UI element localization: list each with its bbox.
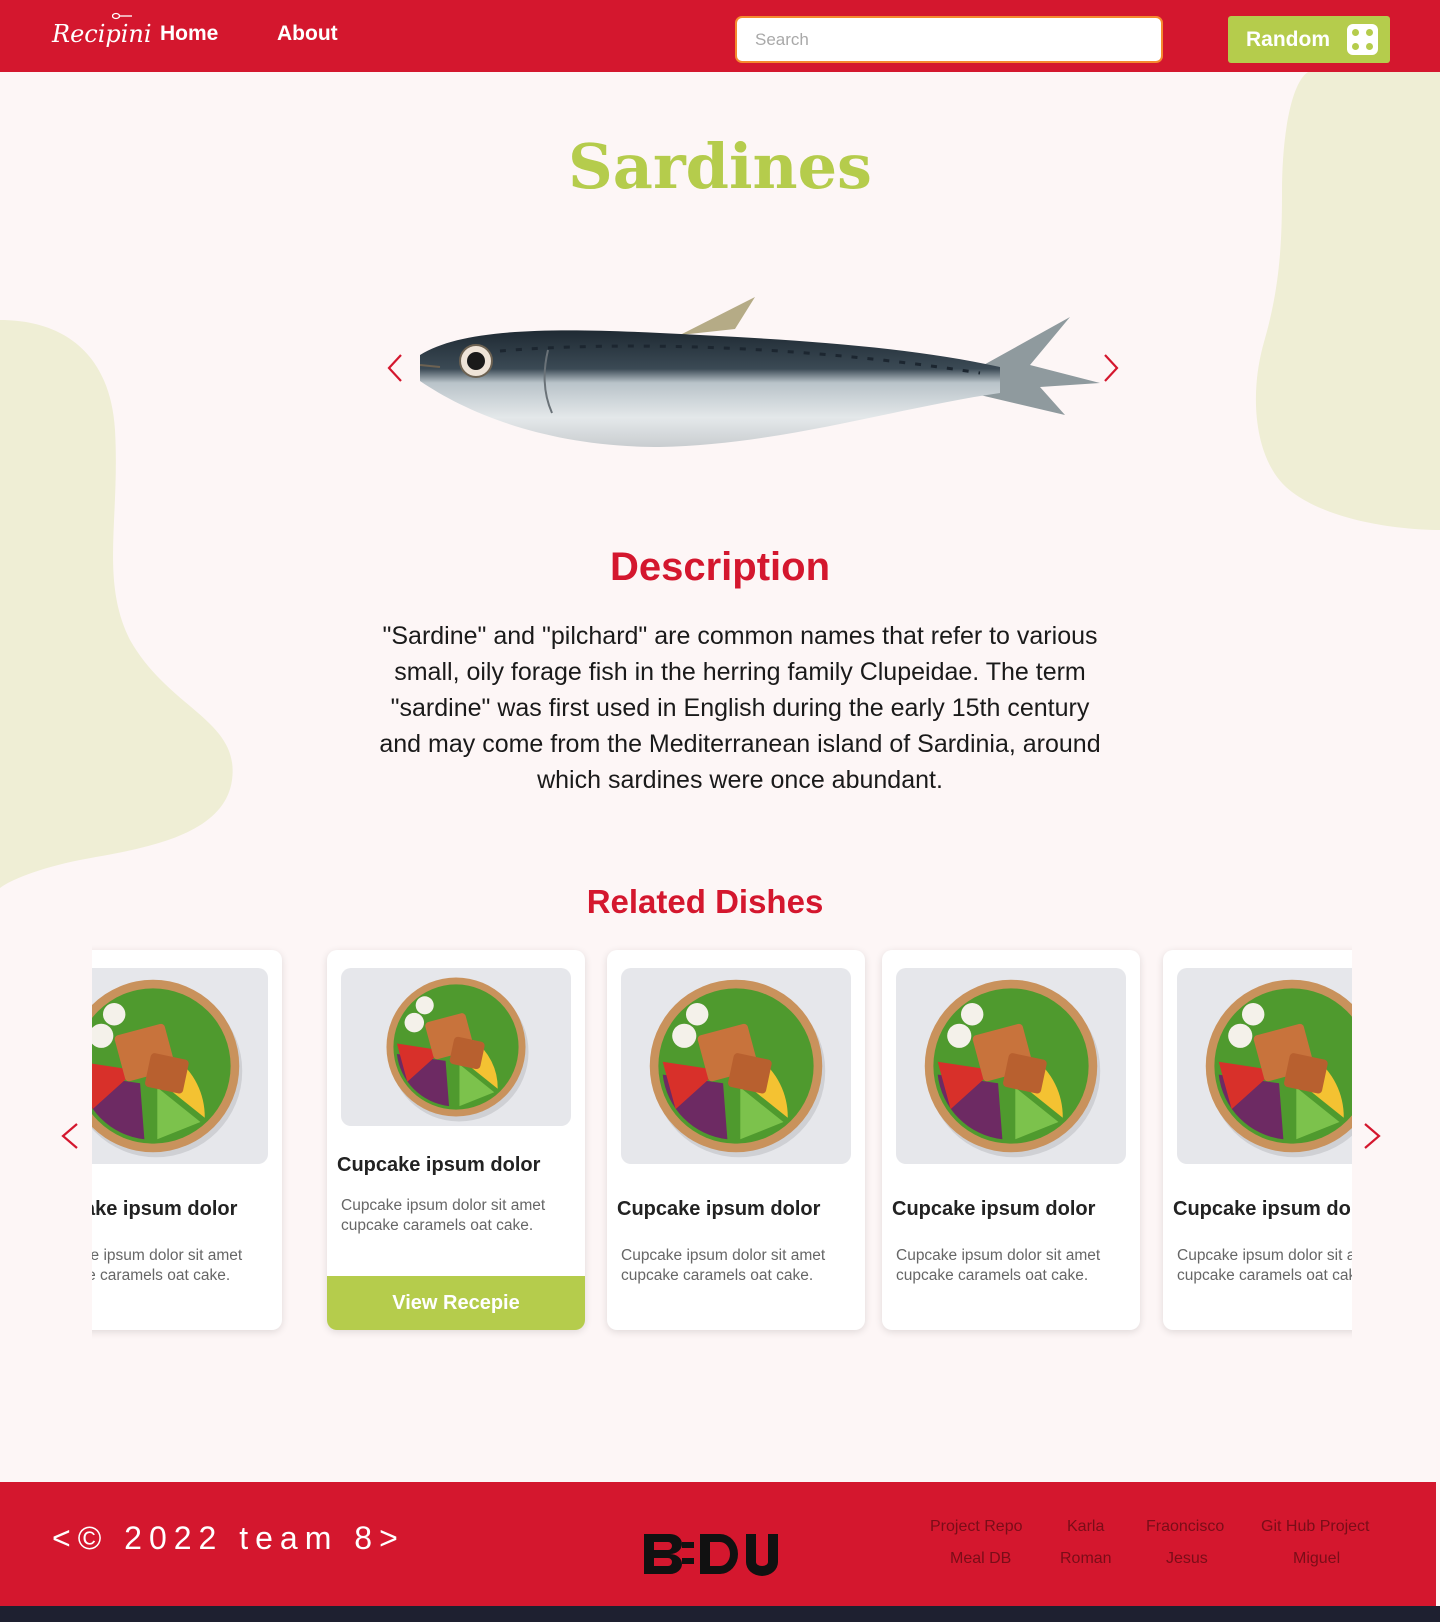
footer-link-project-repo[interactable]: Project Repo (930, 1518, 1023, 1536)
footer-link-meal-db[interactable]: Meal DB (950, 1550, 1011, 1568)
dish-card-title: Cupcake ipsum dolor (892, 1198, 1096, 1220)
footer: <© 2022 team 8> Project Repo Meal DB Kar… (0, 1482, 1436, 1606)
dish-card-title: Cupcake ipsum dolor (617, 1198, 821, 1220)
recipini-logo[interactable]: Recipini (52, 10, 152, 56)
chevron-left-icon[interactable] (60, 1122, 80, 1150)
dish-card-text: Cupcake ipsum dolor sit amet cupcake car… (341, 1197, 546, 1234)
bowl-image (621, 968, 851, 1164)
nav-home-link[interactable]: Home (160, 22, 218, 46)
footer-link-jesus[interactable]: Jesus (1166, 1550, 1208, 1568)
chevron-left-icon[interactable] (386, 353, 404, 383)
related-dishes-heading: Related Dishes (586, 883, 824, 920)
bowl-image (92, 968, 268, 1164)
random-button-label: Random (1246, 27, 1330, 51)
dish-card[interactable]: Cupcake ipsum dolor Cupcake ipsum dolor … (1163, 950, 1352, 1330)
dish-card[interactable]: Cupcake ipsum dolor Cupcake ipsum dolor … (92, 950, 282, 1330)
dice-icon (1347, 24, 1378, 55)
dish-card-text: Cupcake ipsum dolor sit amet cupcake car… (621, 1247, 826, 1284)
background-blob-left (0, 320, 233, 888)
dish-card-text: Cupcake ipsum dolor sit amet cupcake car… (1177, 1247, 1352, 1284)
footer-link-roman[interactable]: Roman (1060, 1550, 1112, 1568)
random-button[interactable]: Random (1228, 16, 1390, 63)
description-heading: Description (609, 545, 831, 589)
dish-card-title: Cupcake ipsum dolor (1173, 1198, 1352, 1220)
top-navbar: Recipini Home About Random (0, 0, 1440, 72)
footer-bottom-bar (0, 1606, 1440, 1622)
bowl-image (341, 968, 571, 1126)
bedu-logo[interactable] (640, 1532, 790, 1576)
description-text: "Sardine" and "pilchard" are common name… (379, 622, 1101, 794)
dish-card-title: Cupcake ipsum dolor (337, 1154, 541, 1176)
bowl-image (1177, 968, 1352, 1164)
related-dishes-carousel: Cupcake ipsum dolor Cupcake ipsum dolor … (92, 940, 1352, 1340)
dish-card-featured[interactable]: Cupcake ipsum dolor Cupcake ipsum dolor … (327, 950, 585, 1330)
bowl-image (896, 968, 1126, 1164)
dish-card-text: Cupcake ipsum dolor sit amet cupcake car… (92, 1247, 243, 1284)
dish-card[interactable]: Cupcake ipsum dolor Cupcake ipsum dolor … (607, 950, 865, 1330)
nav-about-link[interactable]: About (277, 22, 338, 46)
chevron-right-icon[interactable] (1362, 1122, 1382, 1150)
logo-text: Recipini (52, 20, 152, 48)
chevron-right-icon[interactable] (1102, 353, 1120, 383)
dish-card[interactable]: Cupcake ipsum dolor Cupcake ipsum dolor … (882, 950, 1140, 1330)
copyright-text: <© 2022 team 8> (52, 1520, 405, 1556)
search-input[interactable] (735, 16, 1163, 63)
view-recipe-button[interactable]: View Recepie (327, 1276, 585, 1330)
footer-link-karla[interactable]: Karla (1067, 1518, 1104, 1536)
fork-icon (112, 12, 132, 20)
footer-link-miguel[interactable]: Miguel (1293, 1550, 1340, 1568)
footer-link-github-project[interactable]: Git Hub Project (1261, 1518, 1369, 1536)
sardine-image (420, 297, 1100, 447)
footer-link-fraoncisco[interactable]: Fraoncisco (1146, 1518, 1224, 1536)
dish-card-text: Cupcake ipsum dolor sit amet cupcake car… (896, 1247, 1101, 1284)
page-title: Sardines (568, 130, 872, 203)
dish-card-title: Cupcake ipsum dolor (92, 1198, 238, 1220)
